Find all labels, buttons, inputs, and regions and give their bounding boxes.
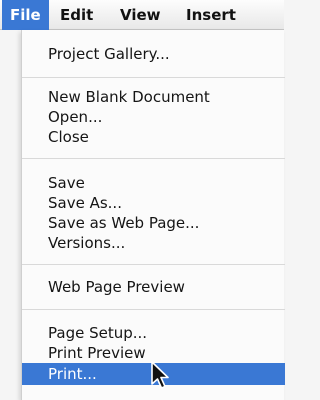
menu-separator — [22, 77, 285, 78]
menu-item-save-as[interactable]: Save As... — [22, 192, 285, 214]
menu-item-new-blank-document[interactable]: New Blank Document — [22, 86, 285, 108]
menu-item-close[interactable]: Close — [22, 126, 285, 148]
menu-item-save-as-web-page[interactable]: Save as Web Page... — [22, 212, 285, 234]
menu-item-save[interactable]: Save — [22, 172, 285, 194]
menu-bar: File Edit View Insert — [0, 0, 284, 30]
menu-item-page-setup[interactable]: Page Setup... — [22, 322, 285, 344]
menu-item-open[interactable]: Open... — [22, 106, 285, 128]
menu-item-web-page-preview[interactable]: Web Page Preview — [22, 276, 285, 298]
menu-view[interactable]: View — [112, 0, 169, 30]
menu-separator — [22, 158, 285, 159]
mouse-pointer-icon — [151, 361, 169, 389]
menu-file[interactable]: File — [2, 0, 49, 30]
file-menu-dropdown: Project Gallery... New Blank Document Op… — [21, 30, 285, 400]
menu-item-versions[interactable]: Versions... — [22, 232, 285, 254]
menu-separator — [22, 309, 285, 310]
menu-separator — [22, 264, 285, 265]
menu-edit[interactable]: Edit — [52, 0, 101, 30]
menu-insert[interactable]: Insert — [178, 0, 244, 30]
menu-item-project-gallery[interactable]: Project Gallery... — [22, 43, 285, 65]
